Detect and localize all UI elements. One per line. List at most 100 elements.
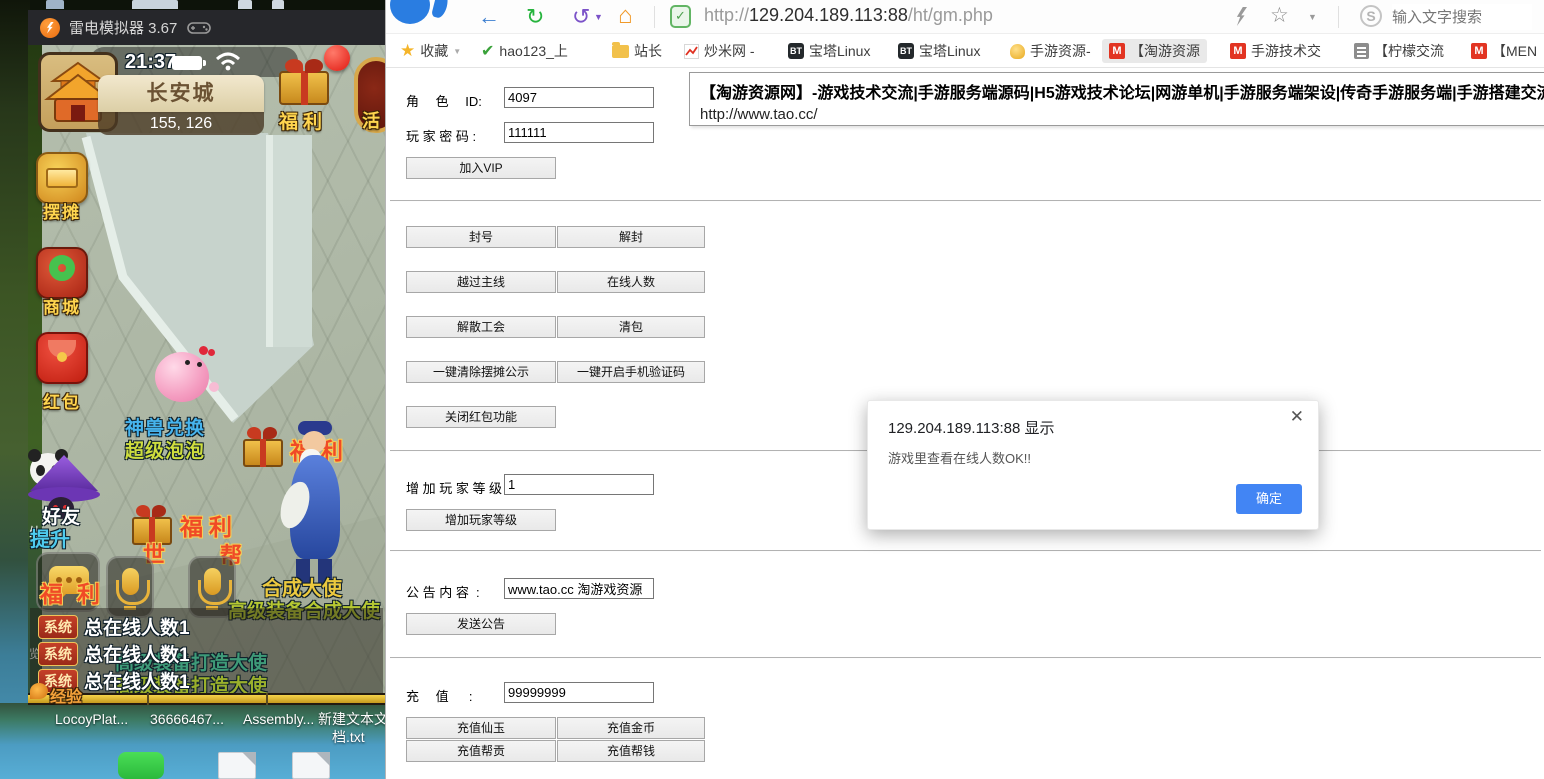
clear-stall-button[interactable]: 一键清除摆摊公示: [406, 361, 556, 383]
coords-band: 155, 126: [98, 112, 264, 135]
desktop-file-label[interactable]: 新建文本文: [318, 709, 388, 729]
toolbar-divider: [1338, 6, 1339, 28]
redpacket-icon[interactable]: [36, 332, 88, 384]
welfare-gift-icon[interactable]: [241, 425, 287, 469]
boost-label: 提升: [30, 523, 70, 552]
toolbar-divider: [654, 6, 655, 28]
clear-bag-button[interactable]: 清包: [557, 316, 705, 338]
chevron-down-icon: ▼: [453, 47, 461, 56]
undo-dropdown-icon[interactable]: ▼: [594, 12, 603, 22]
bookmark-item[interactable]: BT 宝塔Linux: [788, 39, 870, 63]
folder-icon: [612, 45, 629, 58]
desktop-icon-peek: [46, 0, 64, 9]
location-name: 长安城: [147, 82, 216, 105]
gamepad-icon[interactable]: [187, 20, 211, 36]
desktop-file-label[interactable]: LocoyPlat...: [55, 711, 128, 727]
alert-dialog: 129.204.189.113:88 显示 ✕ 游戏里查看在线人数OK!! 确定: [867, 400, 1319, 530]
recharge-input[interactable]: [504, 682, 654, 703]
password-input[interactable]: [504, 122, 654, 143]
browser-logo-swoosh: [431, 0, 450, 19]
tooltip-url: http://www.tao.cc/: [700, 106, 1534, 123]
unban-button[interactable]: 解封: [557, 226, 705, 248]
redpacket-label: 红包: [34, 388, 90, 413]
ban-button[interactable]: 封号: [406, 226, 556, 248]
recharge-banggong-button[interactable]: 充值帮贡: [406, 740, 556, 762]
system-message: 系统 总在线人数1: [38, 640, 190, 667]
add-level-button[interactable]: 增加玩家等级: [406, 509, 556, 531]
home-button[interactable]: ⌂: [618, 1, 633, 31]
favorite-star-icon[interactable]: ☆: [1270, 3, 1289, 28]
disband-guild-button[interactable]: 解散工会: [406, 316, 556, 338]
star-icon: ★: [400, 41, 415, 61]
send-notice-button[interactable]: 发送公告: [406, 613, 556, 635]
password-label: 玩 家 密 码 :: [406, 126, 476, 145]
bookmark-favorites[interactable]: ★ 收藏 ▼: [400, 39, 461, 63]
desktop-file-label[interactable]: 档.txt: [332, 727, 365, 747]
divider: [390, 657, 1541, 659]
skip-main-button[interactable]: 越过主线: [406, 271, 556, 293]
baota-icon: BT: [788, 43, 804, 59]
emulator-titlebar[interactable]: 雷电模拟器 3.67: [28, 10, 385, 45]
location-plaque: 长安城: [98, 75, 264, 112]
divider: [390, 550, 1541, 552]
xp-label: 经验: [50, 683, 82, 705]
trophy-icon: [1010, 44, 1025, 59]
bubble-pet[interactable]: [155, 350, 213, 404]
bookmark-item[interactable]: ✔ hao123_上: [481, 39, 568, 63]
online-count-button[interactable]: 在线人数: [557, 271, 705, 293]
enable-sms-button[interactable]: 一键开启手机验证码: [557, 361, 705, 383]
desktop-file-label[interactable]: 36666467...: [150, 711, 224, 727]
bookmark-item[interactable]: M 【MEN: [1471, 39, 1537, 63]
quick-search-input[interactable]: [1392, 4, 1532, 30]
bookmark-tooltip: 【淘游资源网】-游戏技术交流|手游服务端源码|H5游戏技术论坛|网游单机|手游服…: [689, 72, 1544, 126]
bookmark-item[interactable]: 手游资源-: [1010, 39, 1091, 63]
site-security-icon[interactable]: ✓: [670, 5, 691, 28]
browser-toolbar: ← ↻ ↺ ▼ ⌂ ✓ http://129.204.189.113:88/ht…: [386, 0, 1544, 34]
wifi-icon: [214, 50, 242, 72]
bookmark-item[interactable]: M 手游技术交: [1230, 39, 1321, 63]
close-redpacket-button[interactable]: 关闭红包功能: [406, 406, 556, 428]
back-button[interactable]: ←: [478, 2, 500, 32]
toolbar-dropdown-icon[interactable]: ▼: [1308, 12, 1317, 22]
search-engine-icon[interactable]: S: [1360, 5, 1382, 27]
desktop-icon-peek: [238, 0, 252, 9]
bookmark-item[interactable]: 炒米网 -: [684, 39, 755, 63]
desktop-file-icon[interactable]: [218, 752, 256, 779]
desktop-icon-peek: [132, 0, 178, 9]
coords-text: 155, 126: [150, 115, 212, 132]
notice-label: 公 告 内 容 :: [406, 582, 480, 601]
desktop-file-icon[interactable]: [292, 752, 330, 779]
battery-tip: [203, 60, 206, 66]
dialog-message: 游戏里查看在线人数OK!!: [888, 448, 1031, 467]
notice-input[interactable]: [504, 578, 654, 599]
stall-icon[interactable]: [36, 152, 88, 204]
mall-icon[interactable]: [36, 247, 88, 299]
recharge-bangqian-button[interactable]: 充值帮钱: [557, 740, 705, 762]
system-badge: 系统: [38, 642, 78, 666]
activity-label: 活: [362, 107, 380, 133]
close-icon[interactable]: ✕: [1290, 407, 1304, 427]
screen: LocoyPlat... 36666467... Assembly... 新建文…: [0, 0, 1544, 779]
confirm-button[interactable]: 确定: [1236, 484, 1302, 514]
desktop-wallpaper-left: [0, 0, 30, 779]
bookmark-item[interactable]: 【柠檬交流: [1354, 39, 1444, 63]
refresh-button[interactable]: ↻: [526, 2, 544, 32]
flash-icon[interactable]: [1236, 7, 1247, 26]
add-level-input[interactable]: [504, 474, 654, 495]
bookmark-item[interactable]: BT 宝塔Linux: [898, 39, 980, 63]
desktop-app-icon[interactable]: [118, 752, 164, 779]
bookmark-item-hovered[interactable]: M 【淘游资源: [1102, 39, 1207, 63]
role-id-input[interactable]: [504, 87, 654, 108]
stall-label: 摆摊: [34, 198, 90, 223]
recharge-xianyu-button[interactable]: 充值仙玉: [406, 717, 556, 739]
system-badge: 系统: [38, 615, 78, 639]
bookmark-item[interactable]: 站长: [612, 39, 662, 63]
hao123-icon: ✔: [481, 41, 494, 61]
browser-logo-icon[interactable]: [390, 0, 430, 24]
undo-button[interactable]: ↺: [572, 2, 590, 32]
desktop-file-label[interactable]: Assembly...: [243, 711, 314, 727]
recharge-gold-button[interactable]: 充值金币: [557, 717, 705, 739]
divider: [390, 200, 1541, 202]
address-bar[interactable]: http://129.204.189.113:88/ht/gm.php: [704, 5, 993, 26]
join-vip-button[interactable]: 加入VIP: [406, 157, 556, 179]
